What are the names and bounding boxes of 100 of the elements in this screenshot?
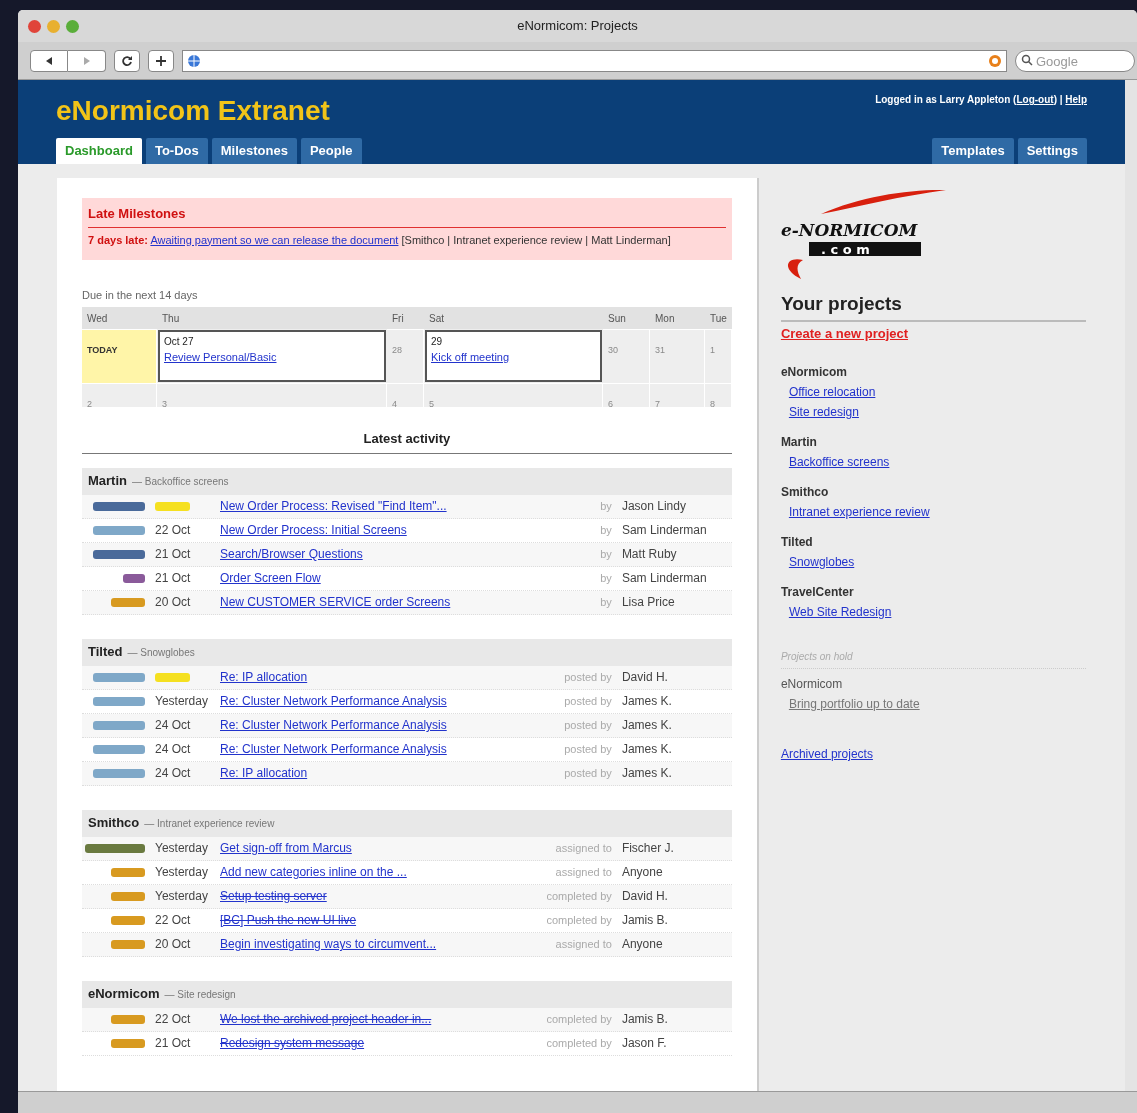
item-link[interactable]: Begin investigating ways to circumvent... [220,935,437,953]
search-icon [1021,53,1033,66]
day-number: TODAY [87,345,118,355]
item-link[interactable]: [BC] Push the new UI live [220,911,357,929]
item-person: Anyone [620,864,664,881]
nav-tab[interactable]: To-Dos [145,138,208,164]
add-bookmark-button[interactable] [148,49,174,72]
item-person: James K. [620,765,673,782]
item-link[interactable]: New CUSTOMER SERVICE order Screens [220,593,451,611]
item-date: 21 Oct [155,1035,191,1052]
item-person: Lisa Price [620,594,676,611]
item-date: 22 Oct [155,1011,191,1028]
window-title: eNormicom: Projects [517,17,638,36]
site-title: eNormicom Extranet [56,94,330,128]
project-name: — Backoffice screens [132,474,229,489]
item-verb: posted by [563,717,612,733]
close-button[interactable] [28,19,41,33]
nav-tab[interactable]: Settings [1017,138,1087,164]
item-link[interactable]: Re: Cluster Network Performance Analysis [220,692,447,710]
item-date: 20 Oct [155,936,191,953]
item-link[interactable]: Setup testing server [220,887,327,905]
item-link[interactable]: Order Screen Flow [220,569,321,587]
search-field[interactable]: Google [1015,50,1135,72]
create-project-link[interactable]: Create a new project [780,323,909,343]
item-link[interactable]: Re: Cluster Network Performance Analysis [220,740,447,758]
item-verb: posted by [563,765,612,781]
item-date: 22 Oct [155,912,191,929]
client-name: Tilted [780,534,814,551]
help-link[interactable]: Help [1065,94,1087,105]
logout-link[interactable]: Log-out [1016,94,1054,105]
nav-tab[interactable]: Templates [932,138,1014,164]
item-person: Jason Lindy [620,498,687,515]
item-link[interactable]: New Order Process: Revised "Find Item"... [220,497,447,515]
event-link[interactable]: Kick off meeting [431,349,596,366]
day-number: 31 [655,345,665,355]
day-number: 3 [162,399,167,409]
item-link[interactable]: Redesign system message [220,1034,365,1052]
nav-tab[interactable]: Dashboard [56,138,142,164]
project-link[interactable]: Intranet experience review [788,503,930,521]
item-link[interactable]: Add new categories inline on the ... [220,863,407,881]
reload-icon [121,54,133,67]
nav-tab[interactable]: People [300,138,362,164]
weekday-label: Sat [428,311,445,326]
item-person: Jamis B. [620,1011,669,1028]
item-person: James K. [620,717,673,734]
zoom-button[interactable] [66,19,79,33]
item-verb: completed by [545,912,612,928]
project-name: — Snowglobes [127,645,195,660]
item-link[interactable]: We lost the archived project header in... [220,1010,432,1028]
reload-button[interactable] [114,49,140,72]
item-link[interactable]: Re: Cluster Network Performance Analysis [220,716,447,734]
project-link[interactable]: Office relocation [788,383,876,401]
late-milestones-title: Late Milestones [88,204,726,228]
day-number: 5 [429,399,434,409]
item-person: Fischer J. [620,840,675,857]
back-button[interactable] [30,49,68,72]
weekday-label: Tue [709,311,728,326]
project-link[interactable]: Backoffice screens [788,453,890,471]
feed-icon [988,53,1002,68]
globe-icon [187,53,201,68]
item-link[interactable]: Re: IP allocation [220,668,308,686]
item-verb: assigned to [554,936,612,952]
day-number: 30 [608,345,618,355]
client-name: Smithco [88,814,140,833]
item-date: 24 Oct [155,741,191,758]
client-name: TravelCenter [780,584,855,601]
item-person: Anyone [620,936,664,953]
on-hold-title: Projects on hold [780,649,1086,669]
client-name: eNormicom [88,985,160,1004]
item-link[interactable]: Get sign-off from Marcus [220,839,352,857]
late-milestone-text: 7 days late: Awaiting payment so we can release the document [Smithco | Intranet experience review | Matt Linderman] [88,232,672,248]
item-person: Jason F. [620,1035,668,1052]
archived-projects-link[interactable]: Archived projects [780,745,873,763]
sidebar-title: Your projects [780,290,1086,322]
day-number: 28 [392,345,402,355]
event-link[interactable]: Review Personal/Basic [164,349,380,366]
client-name: Smithco [780,484,830,501]
item-verb: by [599,594,612,610]
item-date: 20 Oct [155,594,191,611]
project-link[interactable]: Web Site Redesign [788,603,892,621]
item-date: Yesterday [155,888,208,905]
address-field[interactable] [182,49,1007,72]
item-link[interactable]: Search/Browser Questions [220,545,363,563]
nav-tab[interactable]: Milestones [211,138,297,164]
day-number: Oct 27 [164,335,195,349]
day-number: 29 [431,335,444,349]
item-verb: posted by [563,669,612,685]
item-date: 24 Oct [155,765,191,782]
item-person: Sam Linderman [620,570,708,587]
milestone-link[interactable]: Awaiting payment so we can release the document [150,233,399,246]
day-number: 2 [87,399,92,409]
project-name: — Site redesign [164,987,236,1002]
item-link[interactable]: Re: IP allocation [220,764,308,782]
project-link[interactable]: Snowglobes [788,553,855,571]
item-person: Jamis B. [620,912,669,929]
item-verb: posted by [563,693,612,709]
project-link[interactable]: Site redesign [788,403,859,421]
item-link[interactable]: New Order Process: Initial Screens [220,521,407,539]
item-verb: by [599,522,612,538]
project-link[interactable]: Bring portfolio up to date [788,695,920,713]
